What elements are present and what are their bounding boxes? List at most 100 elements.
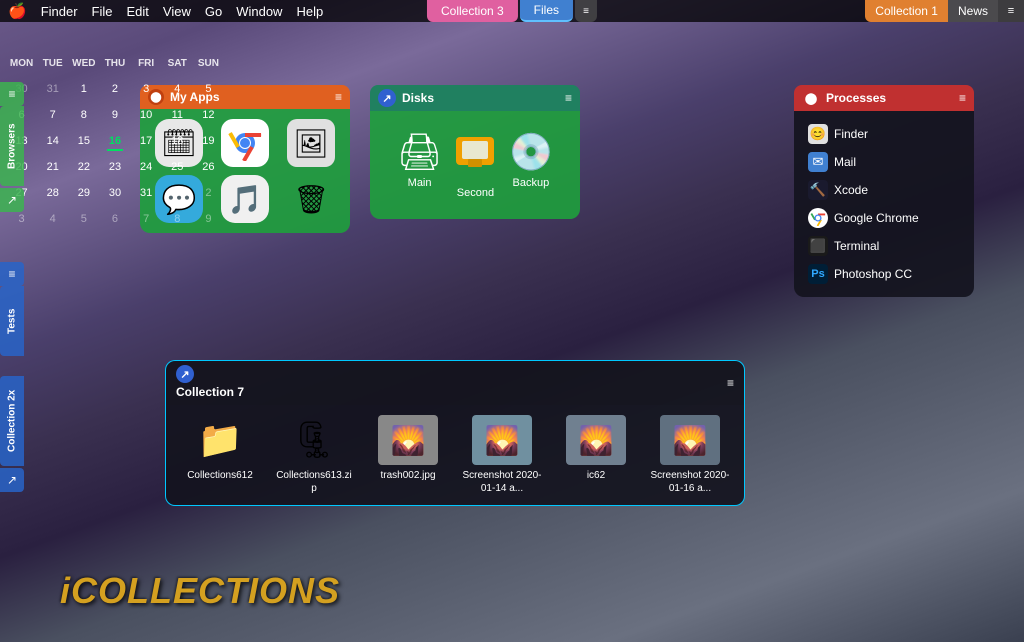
cal-day-31[interactable]: 31 bbox=[131, 181, 162, 205]
file-screenshot0114-icon: 🌄 bbox=[472, 415, 532, 465]
sidebar-browsers-icon[interactable]: ↗ bbox=[0, 188, 24, 212]
processes-menu-icon[interactable]: ≡ bbox=[959, 91, 966, 105]
top-right-tabs: Collection 1 News ≡ bbox=[865, 0, 1024, 22]
file-trash002[interactable]: 🌄 trash002.jpg bbox=[368, 415, 448, 482]
processes-header: ⬤ Processes ≡ bbox=[794, 85, 974, 111]
collection7-menu-icon[interactable]: ≡ bbox=[727, 376, 734, 390]
file-trash002-icon: 🌄 bbox=[378, 415, 438, 465]
menu-view[interactable]: View bbox=[163, 4, 191, 19]
process-finder[interactable]: 😊 Finder bbox=[802, 121, 966, 147]
processes-header-icon: ⬤ bbox=[802, 89, 820, 107]
cal-day-25[interactable]: 25 bbox=[162, 155, 193, 179]
cal-day-17[interactable]: 17 bbox=[131, 129, 162, 153]
menu-finder[interactable]: Finder bbox=[41, 4, 78, 19]
disk-backup[interactable]: 💿 Backup bbox=[508, 131, 553, 199]
tab-right-menu-icon[interactable]: ≡ bbox=[998, 0, 1024, 22]
process-terminal[interactable]: ⬛ Terminal bbox=[802, 233, 966, 259]
apple-menu[interactable]: 🍎 bbox=[8, 2, 27, 20]
process-xcode-name: Xcode bbox=[834, 183, 868, 197]
app-icon-music[interactable]: 🎵 bbox=[221, 175, 269, 223]
file-collections612-icon: 📁 bbox=[190, 415, 250, 465]
cal-day-30[interactable]: 30 bbox=[99, 181, 130, 205]
cal-day-23[interactable]: 23 bbox=[99, 155, 130, 179]
menu-go[interactable]: Go bbox=[205, 4, 222, 19]
sidebar-bottom-icon-btn[interactable]: ↗ bbox=[0, 468, 24, 492]
top-center-tabs: Collection 3 Files ≡ bbox=[427, 0, 597, 22]
process-chrome-icon bbox=[808, 208, 828, 228]
disks-header-icon: ↗ bbox=[378, 89, 396, 107]
cal-day-26[interactable]: 26 bbox=[193, 155, 224, 179]
process-mail[interactable]: ✉ Mail bbox=[802, 149, 966, 175]
cal-day-2-next[interactable]: 2 bbox=[193, 181, 224, 205]
cal-day-8-next[interactable]: 8 bbox=[162, 207, 193, 231]
disk-main[interactable]: 🖨 Main bbox=[397, 131, 443, 199]
app-icon-chrome[interactable] bbox=[221, 119, 269, 167]
sidebar-top-icon-btn[interactable]: ≡ bbox=[0, 82, 24, 106]
tab-files[interactable]: Files bbox=[520, 0, 573, 22]
my-apps-menu-icon[interactable]: ≡ bbox=[335, 90, 342, 104]
process-chrome[interactable]: Google Chrome bbox=[802, 205, 966, 231]
cal-day-11[interactable]: 11 bbox=[162, 103, 193, 127]
sidebar-mid-icon-btn[interactable]: ≡ bbox=[0, 262, 24, 286]
menu-file[interactable]: File bbox=[92, 4, 113, 19]
cal-day-18[interactable]: 18 bbox=[162, 129, 193, 153]
cal-day-16-today[interactable]: 16 bbox=[99, 129, 130, 153]
disks-menu-icon[interactable]: ≡ bbox=[565, 91, 572, 105]
tab-menu-icon[interactable]: ≡ bbox=[575, 0, 597, 22]
file-screenshot0114[interactable]: 🌄 Screenshot 2020-01-14 a... bbox=[462, 415, 542, 495]
cal-day-5[interactable]: 5 bbox=[193, 77, 224, 101]
file-screenshot0116[interactable]: 🌄 Screenshot 2020-01-16 a... bbox=[650, 415, 730, 495]
sidebar-tab-browsers[interactable]: Browsers bbox=[0, 106, 24, 186]
processes-header-left: ⬤ Processes bbox=[802, 89, 886, 107]
cal-day-3[interactable]: 3 bbox=[131, 77, 162, 101]
sidebar-tab-tests[interactable]: Tests bbox=[0, 286, 24, 356]
cal-day-1-next[interactable]: 1 bbox=[162, 181, 193, 205]
disk-second[interactable]: Second bbox=[452, 131, 498, 199]
cal-day-2[interactable]: 2 bbox=[99, 77, 130, 101]
collection7-title: Collection 7 bbox=[176, 385, 244, 399]
menu-help[interactable]: Help bbox=[296, 4, 323, 19]
cal-header-sun: SUN bbox=[193, 51, 224, 75]
file-collections613zip[interactable]: 🗜 Collections613.zip bbox=[274, 415, 354, 495]
cal-day-4[interactable]: 4 bbox=[162, 77, 193, 101]
tab-collection1[interactable]: Collection 1 bbox=[865, 0, 948, 22]
process-photoshop[interactable]: Ps Photoshop CC bbox=[802, 261, 966, 287]
file-ic62[interactable]: 🌄 ic62 bbox=[556, 415, 636, 482]
cal-day-12[interactable]: 12 bbox=[193, 103, 224, 127]
menu-window[interactable]: Window bbox=[236, 4, 282, 19]
left-sidebar: ≡ Browsers ↗ ≡ Tests Collection 2x ↗ bbox=[0, 22, 26, 642]
process-photoshop-name: Photoshop CC bbox=[834, 267, 912, 281]
cal-day-24[interactable]: 24 bbox=[131, 155, 162, 179]
processes-title: Processes bbox=[826, 91, 886, 105]
menu-edit[interactable]: Edit bbox=[127, 4, 149, 19]
cal-day-7-next[interactable]: 7 bbox=[131, 207, 162, 231]
files-grid: 📁 Collections612 🗜 Collections613.zip 🌄 … bbox=[166, 405, 744, 505]
disk-main-label: Main bbox=[408, 177, 432, 189]
sidebar-tab-collection2x[interactable]: Collection 2x bbox=[0, 376, 24, 466]
tab-news[interactable]: News bbox=[948, 0, 998, 22]
process-mail-name: Mail bbox=[834, 155, 856, 169]
file-collections612[interactable]: 📁 Collections612 bbox=[180, 415, 260, 482]
app-icon-trash[interactable]: 🗑 bbox=[287, 175, 335, 223]
cal-day-6-next[interactable]: 6 bbox=[99, 207, 130, 231]
cal-day-10[interactable]: 10 bbox=[131, 103, 162, 127]
app-icon-photos[interactable]: 🖼 bbox=[287, 119, 335, 167]
disks-grid: 🖨 Main Second 💿 Backup bbox=[380, 121, 570, 209]
processes-body: 😊 Finder ✉ Mail 🔨 Xcode bbox=[794, 111, 974, 297]
cal-day-9[interactable]: 9 bbox=[99, 103, 130, 127]
file-screenshot0116-name: Screenshot 2020-01-16 a... bbox=[650, 469, 730, 495]
sidebar-mid-section: ≡ Tests bbox=[0, 262, 26, 356]
process-photoshop-icon: Ps bbox=[808, 264, 828, 284]
disk-backup-label: Backup bbox=[513, 177, 550, 189]
file-collections613zip-name: Collections613.zip bbox=[274, 469, 354, 495]
process-terminal-icon: ⬛ bbox=[808, 236, 828, 256]
tab-collection3[interactable]: Collection 3 bbox=[427, 0, 518, 22]
process-xcode[interactable]: 🔨 Xcode bbox=[802, 177, 966, 203]
cal-day-9-next[interactable]: 9 bbox=[193, 207, 224, 231]
cal-day-19[interactable]: 19 bbox=[193, 129, 224, 153]
process-terminal-name: Terminal bbox=[834, 239, 879, 253]
collection7-header-icon: ↗ bbox=[176, 365, 194, 383]
disk-backup-icon: 💿 bbox=[508, 131, 553, 173]
file-ic62-name: ic62 bbox=[587, 469, 605, 482]
collection7-header-left: ↗ Collection 7 bbox=[176, 365, 244, 401]
